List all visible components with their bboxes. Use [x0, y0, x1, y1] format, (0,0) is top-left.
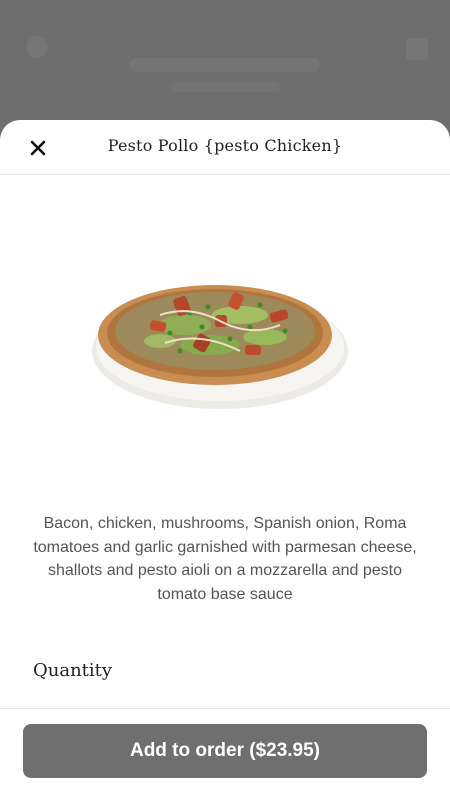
item-detail-sheet: Pesto Pollo {pesto Chicken} Bacon, chick… [0, 120, 450, 800]
item-image [0, 175, 450, 505]
quantity-label: Quantity [33, 660, 113, 681]
item-title: Pesto Pollo {pesto Chicken} [107, 136, 343, 155]
background-back-icon [26, 36, 48, 58]
background-subtitle [170, 82, 280, 92]
item-description: Bacon, chicken, mushrooms, Spanish onion… [33, 515, 417, 603]
background-cart-icon [406, 38, 428, 60]
add-to-order-button[interactable]: Add to order ($23.95) [23, 724, 427, 778]
background-title [130, 58, 320, 72]
sheet-header: Pesto Pollo {pesto Chicken} [0, 120, 450, 175]
background-app-header [0, 0, 450, 130]
close-icon [30, 140, 46, 156]
pizza-image [92, 285, 348, 409]
sheet-footer: Add to order ($23.95) [0, 708, 450, 800]
close-button[interactable] [24, 134, 52, 162]
